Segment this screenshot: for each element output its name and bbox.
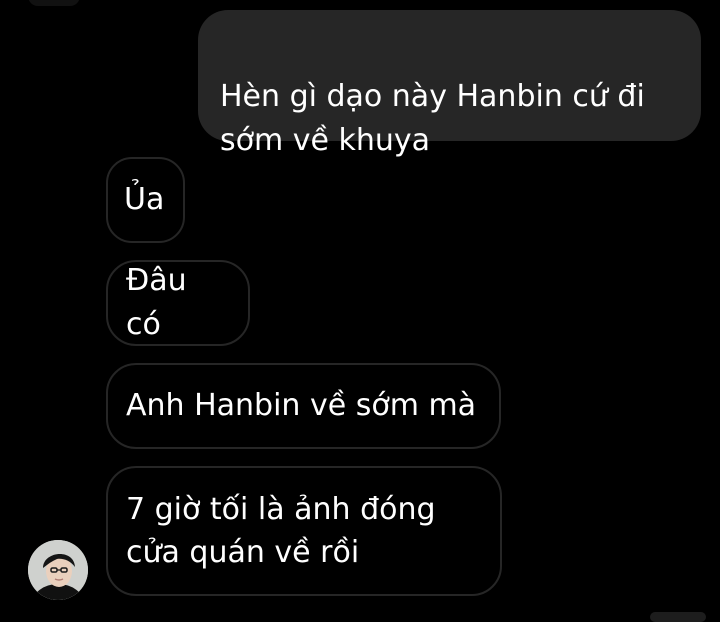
- message-text: Ủa: [124, 182, 165, 217]
- incoming-message-bubble[interactable]: 7 giờ tối là ảnh đóng cửa quán về rồi: [106, 466, 502, 596]
- scroll-indicator: [650, 612, 706, 622]
- message-text: 7 giờ tối là ảnh đóng cửa quán về rồi: [126, 492, 436, 570]
- incoming-message-bubble[interactable]: Ủa: [106, 157, 185, 243]
- contact-avatar[interactable]: [28, 540, 88, 600]
- outgoing-message-bubble[interactable]: Hèn gì dạo này Hanbin cứ đi sớm về khuya: [198, 10, 701, 158]
- previous-avatar-edge: [28, 0, 80, 6]
- message-text: Đâu có: [126, 263, 187, 342]
- incoming-message-bubble[interactable]: Anh Hanbin về sớm mà: [106, 363, 501, 449]
- incoming-message-bubble[interactable]: Đâu có: [106, 260, 250, 346]
- message-text: Anh Hanbin về sớm mà: [126, 388, 477, 423]
- message-text: Hèn gì dạo này Hanbin cứ đi sớm về khuya: [220, 79, 645, 158]
- avatar-photo-icon: [28, 540, 88, 600]
